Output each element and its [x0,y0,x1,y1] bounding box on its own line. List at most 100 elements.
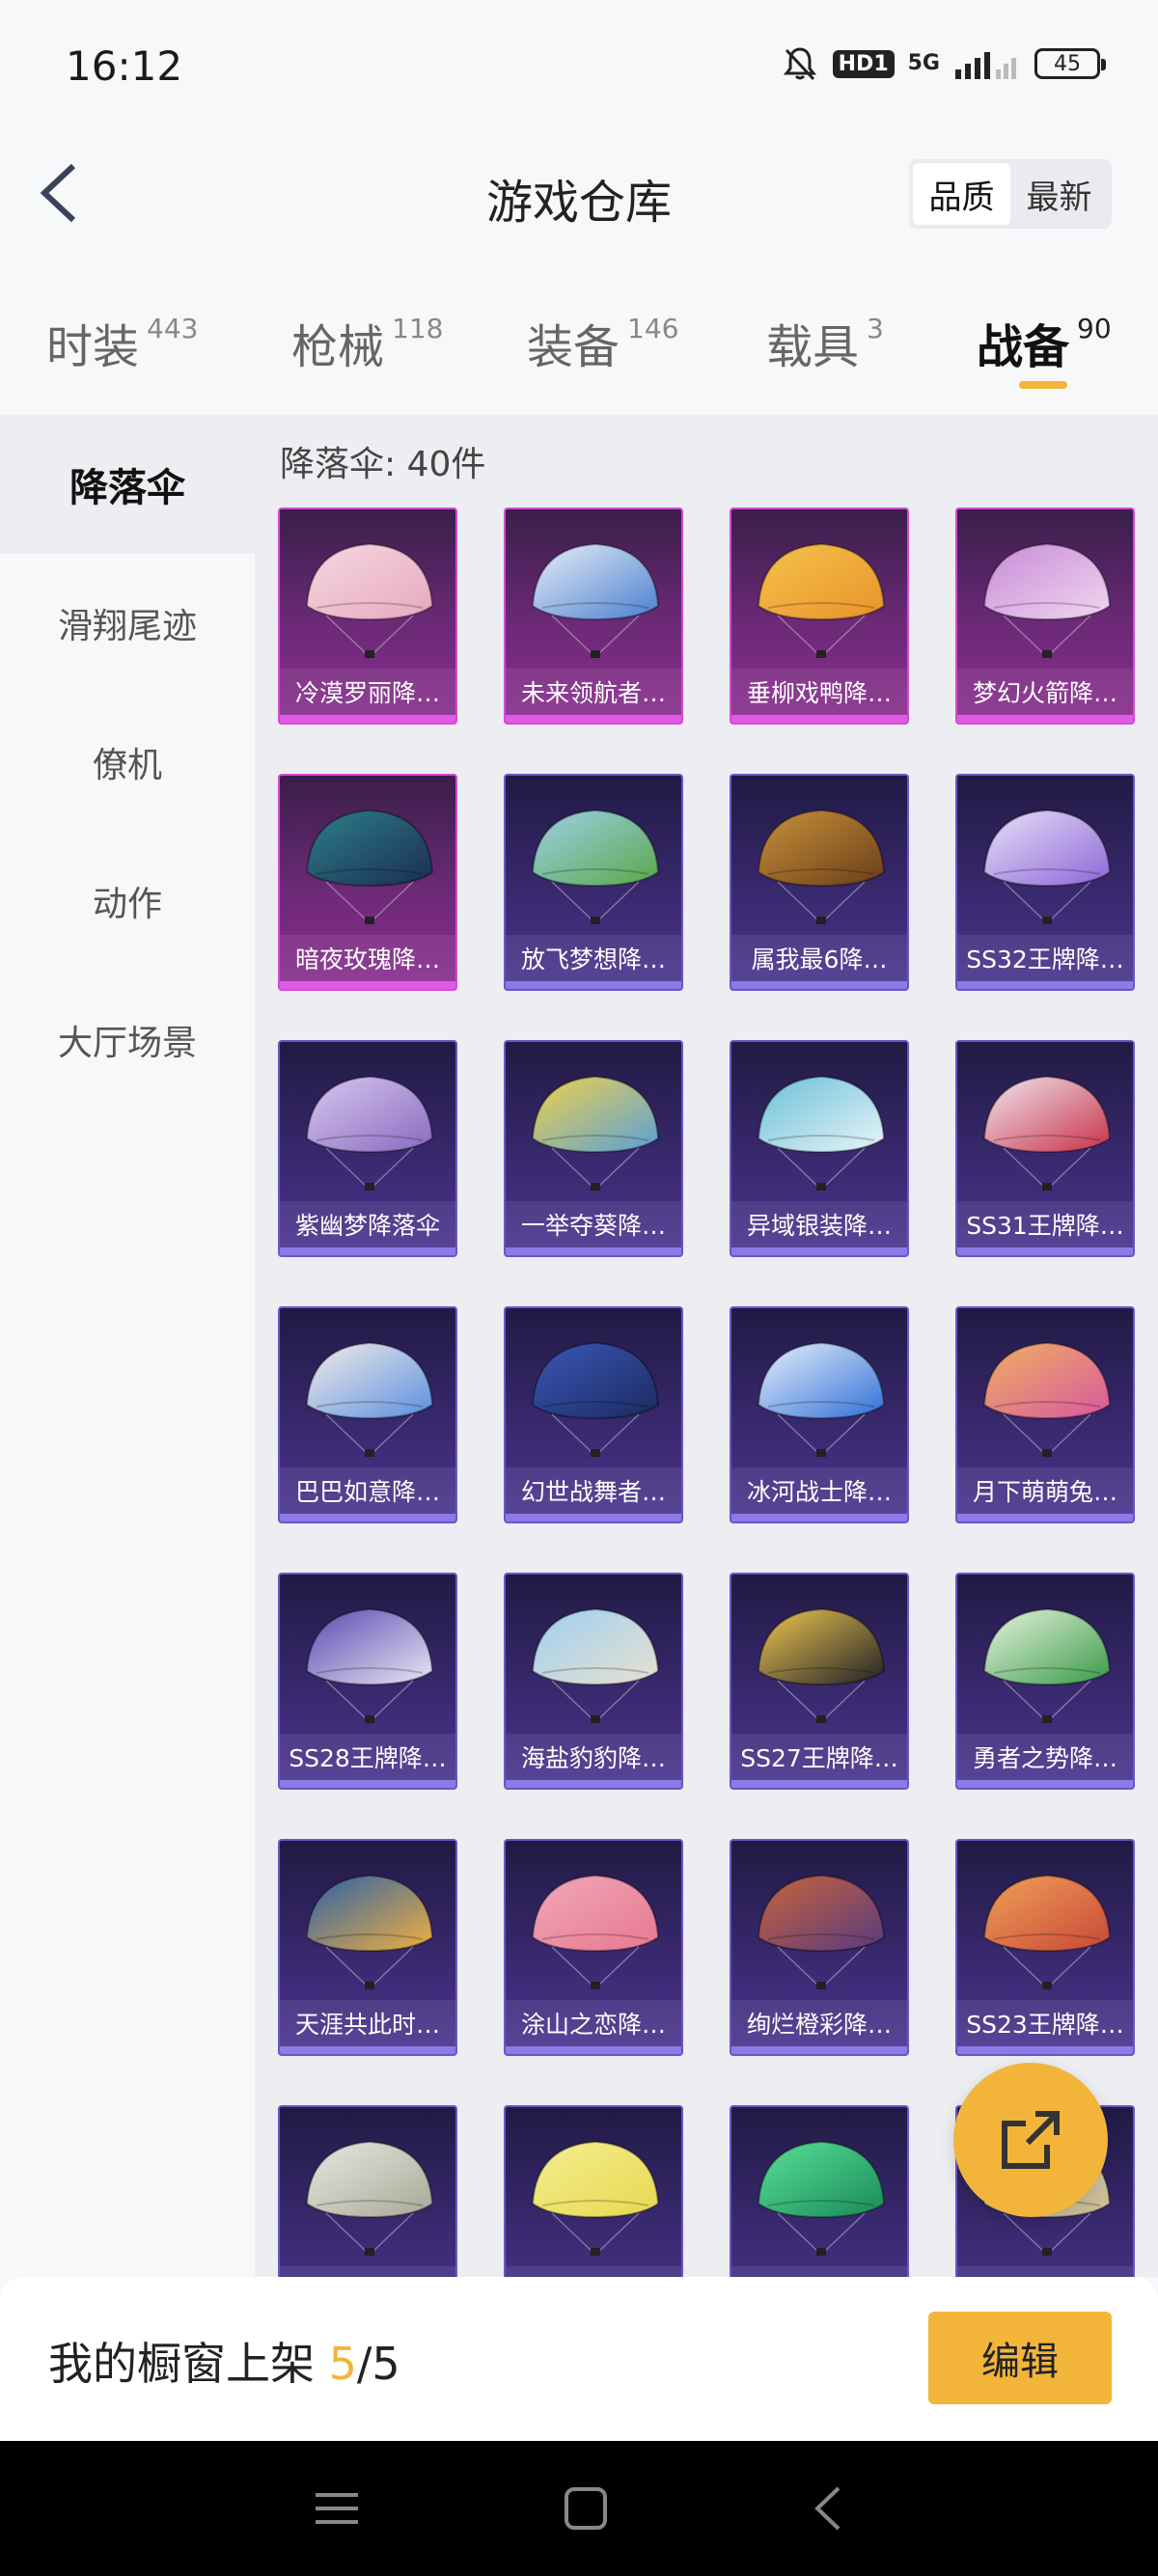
rarity-bar [280,1780,455,1788]
showcase-total: /5 [356,2338,400,2390]
parachute-icon [305,1341,434,1457]
tab-fashion[interactable]: 时装 443 [46,309,198,376]
parachute-name: SS32王牌降… [957,935,1133,981]
signal-icon [955,52,1016,79]
parachute-card[interactable]: 幻世战舞者… [504,1306,683,1523]
parachute-card[interactable]: 勇者之势降… [955,1573,1135,1790]
parachute-name: 紫幽梦降落伞 [280,1201,455,1247]
parachute-icon [982,1341,1112,1457]
sidebar-item-glide-trail[interactable]: 滑翔尾迹 [0,554,255,693]
parachute-icon [531,542,660,658]
parachute-card[interactable]: 月下萌萌兔… [955,1306,1135,1523]
rarity-bar [506,1780,681,1788]
tab-label: 时装 [46,320,140,374]
sort-quality-option[interactable]: 品质 [913,163,1010,225]
parachute-card[interactable]: 异域银装降… [730,1040,909,1257]
parachute-card[interactable]: 属我最6降… [730,774,909,991]
parachute-icon [982,1874,1112,1989]
sidebar-item-lobby-scene[interactable]: 大厅场景 [0,971,255,1110]
sidebar-item-wingman[interactable]: 僚机 [0,693,255,832]
rarity-bar [506,715,681,723]
sort-newest-option[interactable]: 最新 [1010,163,1108,225]
category-tabs: 时装 443 枪械 118 装备 146 载具 3 战备 90 [0,260,1158,415]
parachute-icon [531,1075,660,1191]
parachute-card[interactable]: 一举夺葵降… [504,1040,683,1257]
parachute-card[interactable]: 冷漠罗丽降… [278,507,457,725]
sort-toggle: 品质 最新 [909,159,1112,229]
share-icon [1002,2111,1060,2169]
tab-firearms[interactable]: 枪械 118 [291,309,443,376]
battery-level: 45 [1054,51,1081,76]
parachute-card[interactable]: 涂山之恋降… [504,1839,683,2056]
tab-count: 90 [1077,313,1112,344]
parachute-name: 幻世战舞者… [506,1467,681,1514]
status-bar: 16:12 HD1 5G 45 [0,0,1158,135]
share-button[interactable] [953,2063,1108,2217]
rarity-bar [731,981,907,989]
parachute-icon [305,542,434,658]
parachute-card[interactable]: 放飞梦想降… [504,774,683,991]
tab-vehicles[interactable]: 载具 3 [766,309,884,376]
hd-badge: HD1 [832,49,895,78]
parachute-card[interactable]: 未来领航者… [504,507,683,725]
parachute-icon [982,1075,1112,1191]
parachute-name: 一举夺葵降… [506,1201,681,1247]
parachute-card[interactable]: 天涯共此时… [278,1839,457,2056]
parachute-name [957,2266,1133,2277]
home-icon[interactable] [564,2486,608,2531]
parachute-card[interactable] [278,2105,457,2277]
parachute-name: 未来领航者… [506,669,681,715]
parachute-icon [982,542,1112,658]
sidebar-item-emote[interactable]: 动作 [0,832,255,971]
parachute-name: SS28王牌降… [280,1734,455,1780]
tab-label: 载具 [766,320,860,374]
parachute-card[interactable]: 海盐豹豹降… [504,1573,683,1790]
parachute-card[interactable]: SS32王牌降… [955,774,1135,991]
tab-battle-gear[interactable]: 战备 90 [977,309,1112,376]
rarity-bar [731,715,907,723]
parachute-card[interactable]: 冰河战士降… [730,1306,909,1523]
parachute-name: SS23王牌降… [957,2000,1133,2046]
sidebar-item-parachute[interactable]: 降落伞 [0,415,255,554]
parachute-icon [531,2140,660,2256]
parachute-name: 天涯共此时… [280,2000,455,2046]
parachute-card[interactable]: 绚烂橙彩降… [730,1839,909,2056]
rarity-bar [506,1514,681,1521]
tab-count: 146 [627,313,679,344]
parachute-card[interactable]: SS23王牌降… [955,1839,1135,2056]
parachute-name: 绚烂橙彩降… [731,2000,907,2046]
parachute-card[interactable] [504,2105,683,2277]
parachute-icon [757,808,886,924]
parachute-card[interactable]: 暗夜玫瑰降… [278,774,457,991]
parachute-name: 放飞梦想降… [506,935,681,981]
parachute-card[interactable]: 梦幻火箭降… [955,507,1135,725]
parachute-card[interactable] [730,2105,909,2277]
edit-button[interactable]: 编辑 [928,2312,1112,2404]
parachute-card[interactable]: SS27王牌降… [730,1573,909,1790]
menu-icon[interactable] [314,2489,360,2528]
rarity-bar [506,981,681,989]
parachute-icon [982,808,1112,924]
parachute-name: 巴巴如意降… [280,1467,455,1514]
rarity-bar [280,715,455,723]
parachute-card[interactable]: 垂柳戏鸭降… [730,507,909,725]
parachute-icon [531,1874,660,1989]
parachute-name: 涂山之恋降… [506,2000,681,2046]
rarity-bar [731,1780,907,1788]
back-nav-icon[interactable] [812,2484,844,2533]
system-nav-bar [0,2441,1158,2576]
parachute-card[interactable]: 巴巴如意降… [278,1306,457,1523]
parachute-icon [757,1607,886,1723]
showcase-status: 我的橱窗上架 5/5 [48,2329,400,2393]
parachute-icon [531,808,660,924]
parachute-card[interactable]: SS31王牌降… [955,1040,1135,1257]
mute-bell-icon [783,47,816,81]
parachute-name: 属我最6降… [731,935,907,981]
parachute-card[interactable]: 紫幽梦降落伞 [278,1040,457,1257]
tab-equipment[interactable]: 装备 146 [527,309,678,376]
item-grid: 冷漠罗丽降… 未来领航者… 垂柳戏鸭降… 梦幻火箭降… 暗夜玫瑰降… 放飞梦想降… 属我最6… [278,507,1135,2277]
rarity-bar [731,1514,907,1521]
parachute-name: 月下萌萌兔… [957,1467,1133,1514]
parachute-icon [305,1607,434,1723]
parachute-card[interactable]: SS28王牌降… [278,1573,457,1790]
